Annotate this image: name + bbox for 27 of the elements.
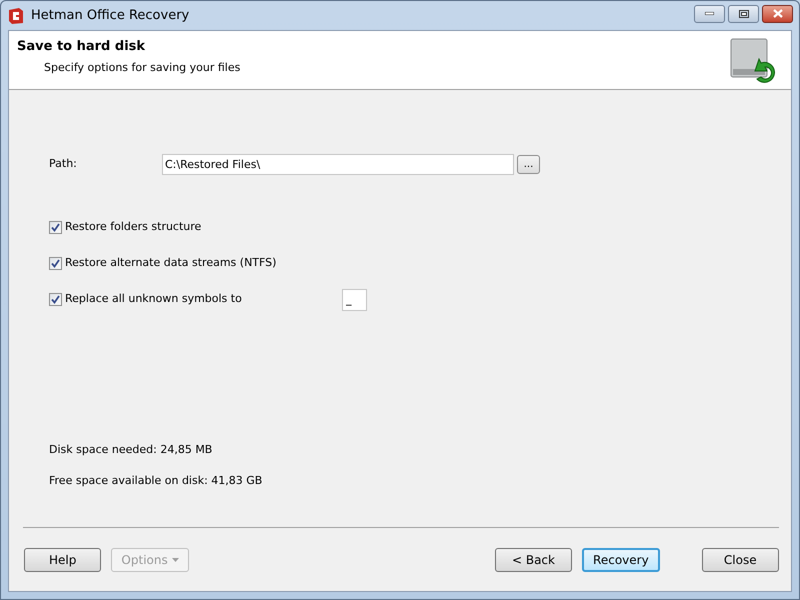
minimize-button[interactable] bbox=[694, 4, 725, 22]
checkbox[interactable] bbox=[49, 257, 62, 270]
push-button[interactable]: Close bbox=[702, 548, 779, 572]
maximize-icon bbox=[738, 10, 748, 18]
checkbox[interactable] bbox=[49, 293, 62, 306]
close-icon bbox=[772, 9, 782, 18]
disk-info-text: Disk space needed: 24,85 MB bbox=[49, 442, 214, 458]
checkbox-label: Restore folders structure bbox=[65, 219, 202, 236]
caret-icon bbox=[172, 558, 179, 562]
minimize-icon bbox=[705, 12, 714, 15]
app-logo-icon bbox=[7, 6, 25, 24]
browse-button[interactable]: ... bbox=[517, 155, 540, 174]
path-field[interactable]: C:\Restored Files\ bbox=[162, 154, 514, 175]
disk-info-text: Free space available on disk: 41,83 GB bbox=[49, 472, 264, 488]
close-window-button[interactable] bbox=[762, 4, 793, 22]
maximize-button[interactable] bbox=[728, 4, 759, 22]
page-subtitle: Specify options for saving your files bbox=[44, 60, 240, 76]
checkbox-label: Restore alternate data streams (NTFS) bbox=[65, 255, 278, 272]
checkbox-label: Replace all unknown symbols to bbox=[65, 291, 243, 308]
page-title: Save to hard disk bbox=[17, 38, 146, 56]
checkbox[interactable] bbox=[49, 221, 62, 234]
push-button[interactable]: < Back bbox=[494, 548, 572, 572]
push-button[interactable]: Help bbox=[24, 548, 102, 572]
path-label: Path: bbox=[49, 156, 78, 172]
symbol-field[interactable]: _ bbox=[342, 288, 367, 310]
push-button[interactable]: Recovery bbox=[582, 548, 660, 572]
window-title: Hetman Office Recovery bbox=[31, 6, 190, 25]
